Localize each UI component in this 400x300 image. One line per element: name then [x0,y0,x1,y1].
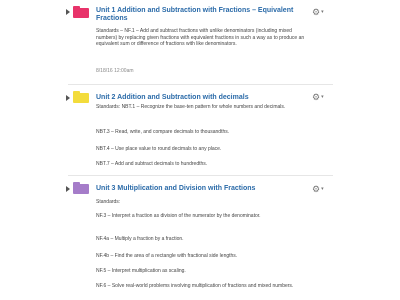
unit-3-standard: NF.3 – Interpret a fraction as division … [96,213,261,219]
unit-2-standard: NBT.4 – Use place value to round decimal… [96,146,222,152]
gear-icon[interactable]: ⚙▾ [312,92,328,102]
gear-icon[interactable]: ⚙▾ [312,7,328,17]
unit-1-title[interactable]: Unit 1 Addition and Subtraction with Fra… [96,7,316,23]
unit-3-standard: NF.4b – Find the area of a rectangle wit… [96,253,238,259]
expand-arrow-icon[interactable] [66,95,70,101]
unit-2-standard: NBT.7 – Add and subtract decimals to hun… [96,161,208,167]
unit-3-title[interactable]: Unit 3 Multiplication and Division with … [96,185,316,193]
unit-3-standard: Standards: [96,199,121,205]
folder-icon [73,91,89,103]
unit-3-standard: NF.5 – Interpret multiplication as scali… [96,268,186,274]
gear-icon[interactable]: ⚙▾ [312,184,328,194]
folder-icon [73,182,89,194]
unit-1-date: 8/18/16 12:00am [96,68,134,74]
unit-2-standard: Standards: NBT.1 – Recognize the base-te… [96,104,286,110]
unit-3-standard: NF.4a – Multiply a fraction by a fractio… [96,236,184,242]
unit-2-title[interactable]: Unit 2 Addition and Subtraction with dec… [96,94,316,102]
divider [68,84,333,85]
unit-3-standard: NF.6 – Solve real-world problems involvi… [96,283,294,289]
unit-2-standard: NBT.3 – Read, write, and compare decimal… [96,129,230,135]
unit-1-standard: Standards – NF.1 – Add and subtract frac… [96,28,305,47]
expand-arrow-icon[interactable] [66,9,70,15]
folder-icon [73,6,89,18]
divider [68,175,333,176]
expand-arrow-icon[interactable] [66,186,70,192]
